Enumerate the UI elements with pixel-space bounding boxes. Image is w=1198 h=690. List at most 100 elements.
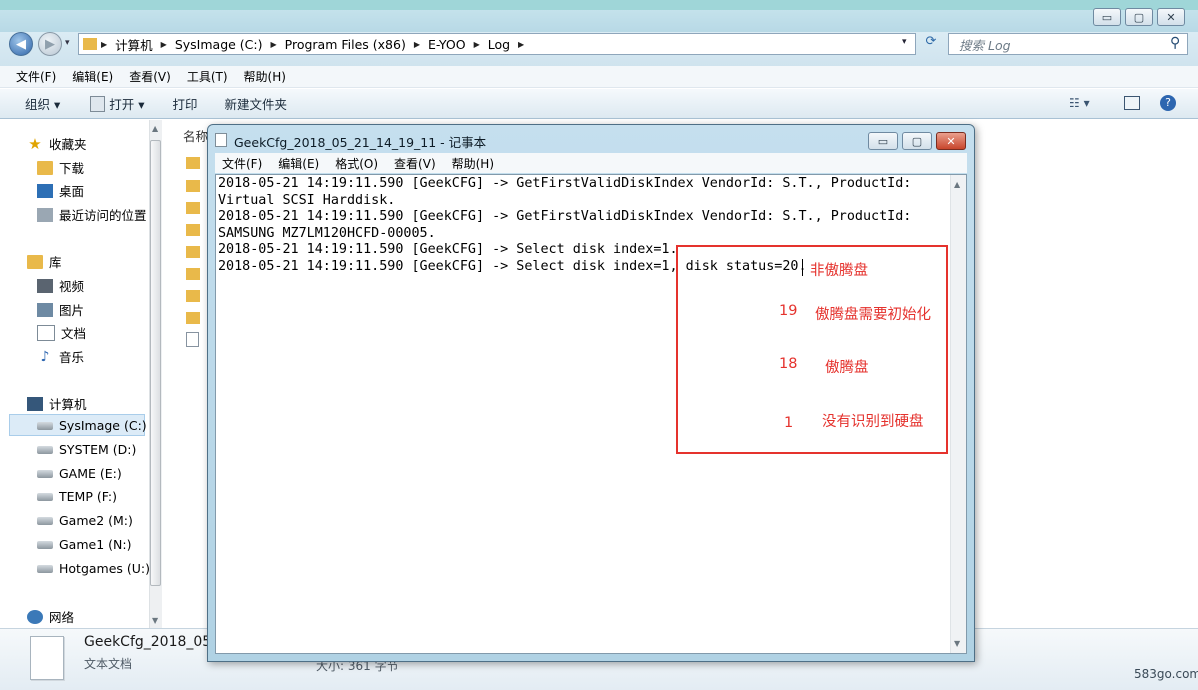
nav-label: 计算机 xyxy=(49,397,87,412)
breadcrumb-separator-icon[interactable]: ▶ xyxy=(271,40,277,49)
text-file-icon[interactable] xyxy=(186,332,199,347)
back-arrow-icon: ◀ xyxy=(16,36,26,52)
maximize-button[interactable]: ▢ xyxy=(1125,8,1153,26)
nav-drive-f[interactable]: TEMP (F:) xyxy=(37,489,117,504)
minimize-button[interactable]: ▭ xyxy=(1093,8,1121,26)
nav-drive-c[interactable]: SysImage (C:) xyxy=(37,418,147,433)
nav-drive-d[interactable]: SYSTEM (D:) xyxy=(37,442,136,457)
menu-tools[interactable]: 工具(T) xyxy=(179,68,236,85)
folder-icon[interactable] xyxy=(186,290,200,302)
search-input[interactable]: 搜索 Log xyxy=(948,33,1188,55)
nav-scrollbar-thumb[interactable] xyxy=(150,140,161,586)
nav-label: 库 xyxy=(49,255,62,270)
recent-pages-dropdown[interactable]: ▾ xyxy=(65,38,70,48)
network-icon xyxy=(27,609,43,624)
music-icon: ♪ xyxy=(40,348,50,365)
watermark: 583go.com xyxy=(1134,667,1198,681)
open-button[interactable]: 打开 ▾ xyxy=(109,94,144,113)
nav-drive-m[interactable]: Game2 (M:) xyxy=(37,513,133,528)
scroll-up-icon[interactable]: ▲ xyxy=(152,124,158,133)
computer-icon xyxy=(27,396,43,411)
drive-icon xyxy=(37,540,53,549)
nav-drive-e[interactable]: GAME (E:) xyxy=(37,466,122,481)
nav-documents[interactable]: 文档 xyxy=(37,323,86,342)
organize-button[interactable]: 组织 ▾ xyxy=(25,94,60,113)
notepad-minimize-button[interactable]: ▭ xyxy=(868,132,898,150)
breadcrumb-separator-icon[interactable]: ▶ xyxy=(161,40,167,49)
nav-favorites[interactable]: ★ 收藏夹 xyxy=(27,134,86,153)
nav-label: 桌面 xyxy=(59,184,85,199)
nav-drive-n[interactable]: Game1 (N:) xyxy=(37,537,131,552)
breadcrumb-log[interactable]: Log xyxy=(488,37,510,52)
maximize-icon: ▢ xyxy=(1133,10,1145,24)
explorer-top-strip xyxy=(0,0,1198,10)
drive-icon xyxy=(37,516,53,525)
menu-help[interactable]: 帮助(H) xyxy=(236,68,294,85)
np-menu-help[interactable]: 帮助(H) xyxy=(444,155,502,172)
help-icon[interactable]: ? xyxy=(1160,95,1176,111)
scroll-down-icon[interactable]: ▼ xyxy=(954,639,960,648)
search-icon[interactable]: ⚲ xyxy=(1170,35,1180,51)
np-menu-file[interactable]: 文件(F) xyxy=(215,155,270,172)
nav-label: 音乐 xyxy=(59,350,85,365)
address-bar[interactable]: ▶ 计算机 ▶ SysImage (C:) ▶ Program Files (x… xyxy=(78,33,916,55)
breadcrumb-e-yoo[interactable]: E-YOO xyxy=(428,37,466,52)
column-header-name[interactable]: 名称 xyxy=(183,126,208,145)
nav-downloads[interactable]: 下载 xyxy=(37,158,84,177)
breadcrumb-separator-icon[interactable]: ▶ xyxy=(518,40,524,49)
nav-label: 视频 xyxy=(59,279,85,294)
menu-file[interactable]: 文件(F) xyxy=(0,68,64,85)
forward-arrow-icon: ▶ xyxy=(45,36,55,52)
annotation-label: 非傲腾盘 xyxy=(810,263,868,279)
np-menu-edit[interactable]: 编辑(E) xyxy=(270,155,327,172)
folder-icon[interactable] xyxy=(186,224,200,236)
nav-computer[interactable]: 计算机 xyxy=(27,394,87,413)
nav-recent-places[interactable]: 最近访问的位置 xyxy=(37,205,147,224)
scroll-down-icon[interactable]: ▼ xyxy=(152,616,158,625)
notepad-scrollbar[interactable] xyxy=(950,175,966,653)
nav-pictures[interactable]: 图片 xyxy=(37,300,84,319)
notepad-maximize-button[interactable]: ▢ xyxy=(902,132,932,150)
view-options-icon[interactable]: ☷ ▾ xyxy=(1069,96,1090,110)
nav-videos[interactable]: 视频 xyxy=(37,276,84,295)
breadcrumb-program-files[interactable]: Program Files (x86) xyxy=(285,37,406,52)
np-menu-format[interactable]: 格式(O) xyxy=(327,155,386,172)
breadcrumb-separator-icon[interactable]: ▶ xyxy=(414,40,420,49)
preview-pane-icon[interactable] xyxy=(1124,96,1140,110)
folder-icon[interactable] xyxy=(186,202,200,214)
address-dropdown[interactable]: ▾ xyxy=(902,37,907,47)
drive-icon xyxy=(37,421,53,430)
back-button[interactable]: ◀ xyxy=(9,32,33,56)
folder-icon[interactable] xyxy=(186,180,200,192)
nav-label: TEMP (F:) xyxy=(59,489,118,504)
print-button[interactable]: 打印 xyxy=(173,94,198,113)
nav-desktop[interactable]: 桌面 xyxy=(37,181,84,200)
nav-libraries[interactable]: 库 xyxy=(27,252,62,271)
breadcrumb-separator-icon[interactable]: ▶ xyxy=(101,40,107,49)
library-icon xyxy=(27,254,43,269)
document-icon xyxy=(37,324,55,341)
details-file-type: 文本文档 xyxy=(84,657,133,671)
menu-view[interactable]: 查看(V) xyxy=(121,68,179,85)
folder-icon[interactable] xyxy=(186,312,200,324)
nav-drive-u[interactable]: Hotgames (U:) xyxy=(37,561,150,576)
breadcrumb-computer[interactable]: 计算机 xyxy=(115,35,153,54)
open-icon xyxy=(90,95,106,112)
nav-network[interactable]: 网络 xyxy=(27,607,74,626)
folder-icon[interactable] xyxy=(186,246,200,258)
folder-icon[interactable] xyxy=(186,157,200,169)
close-button[interactable]: ✕ xyxy=(1157,8,1185,26)
menu-edit[interactable]: 编辑(E) xyxy=(64,68,121,85)
breadcrumb-sysimage[interactable]: SysImage (C:) xyxy=(175,37,263,52)
nav-label: SYSTEM (D:) xyxy=(59,442,137,457)
nav-music[interactable]: ♪ 音乐 xyxy=(37,347,84,366)
annotation-label: 没有识别到硬盘 xyxy=(822,414,924,430)
new-folder-button[interactable]: 新建文件夹 xyxy=(225,94,288,113)
np-menu-view[interactable]: 查看(V) xyxy=(386,155,444,172)
folder-icon[interactable] xyxy=(186,268,200,280)
breadcrumb-separator-icon[interactable]: ▶ xyxy=(474,40,480,49)
scroll-up-icon[interactable]: ▲ xyxy=(954,180,960,189)
refresh-button[interactable]: ⟳ xyxy=(920,34,942,54)
forward-button[interactable]: ▶ xyxy=(38,32,62,56)
notepad-close-button[interactable]: ✕ xyxy=(936,132,966,150)
